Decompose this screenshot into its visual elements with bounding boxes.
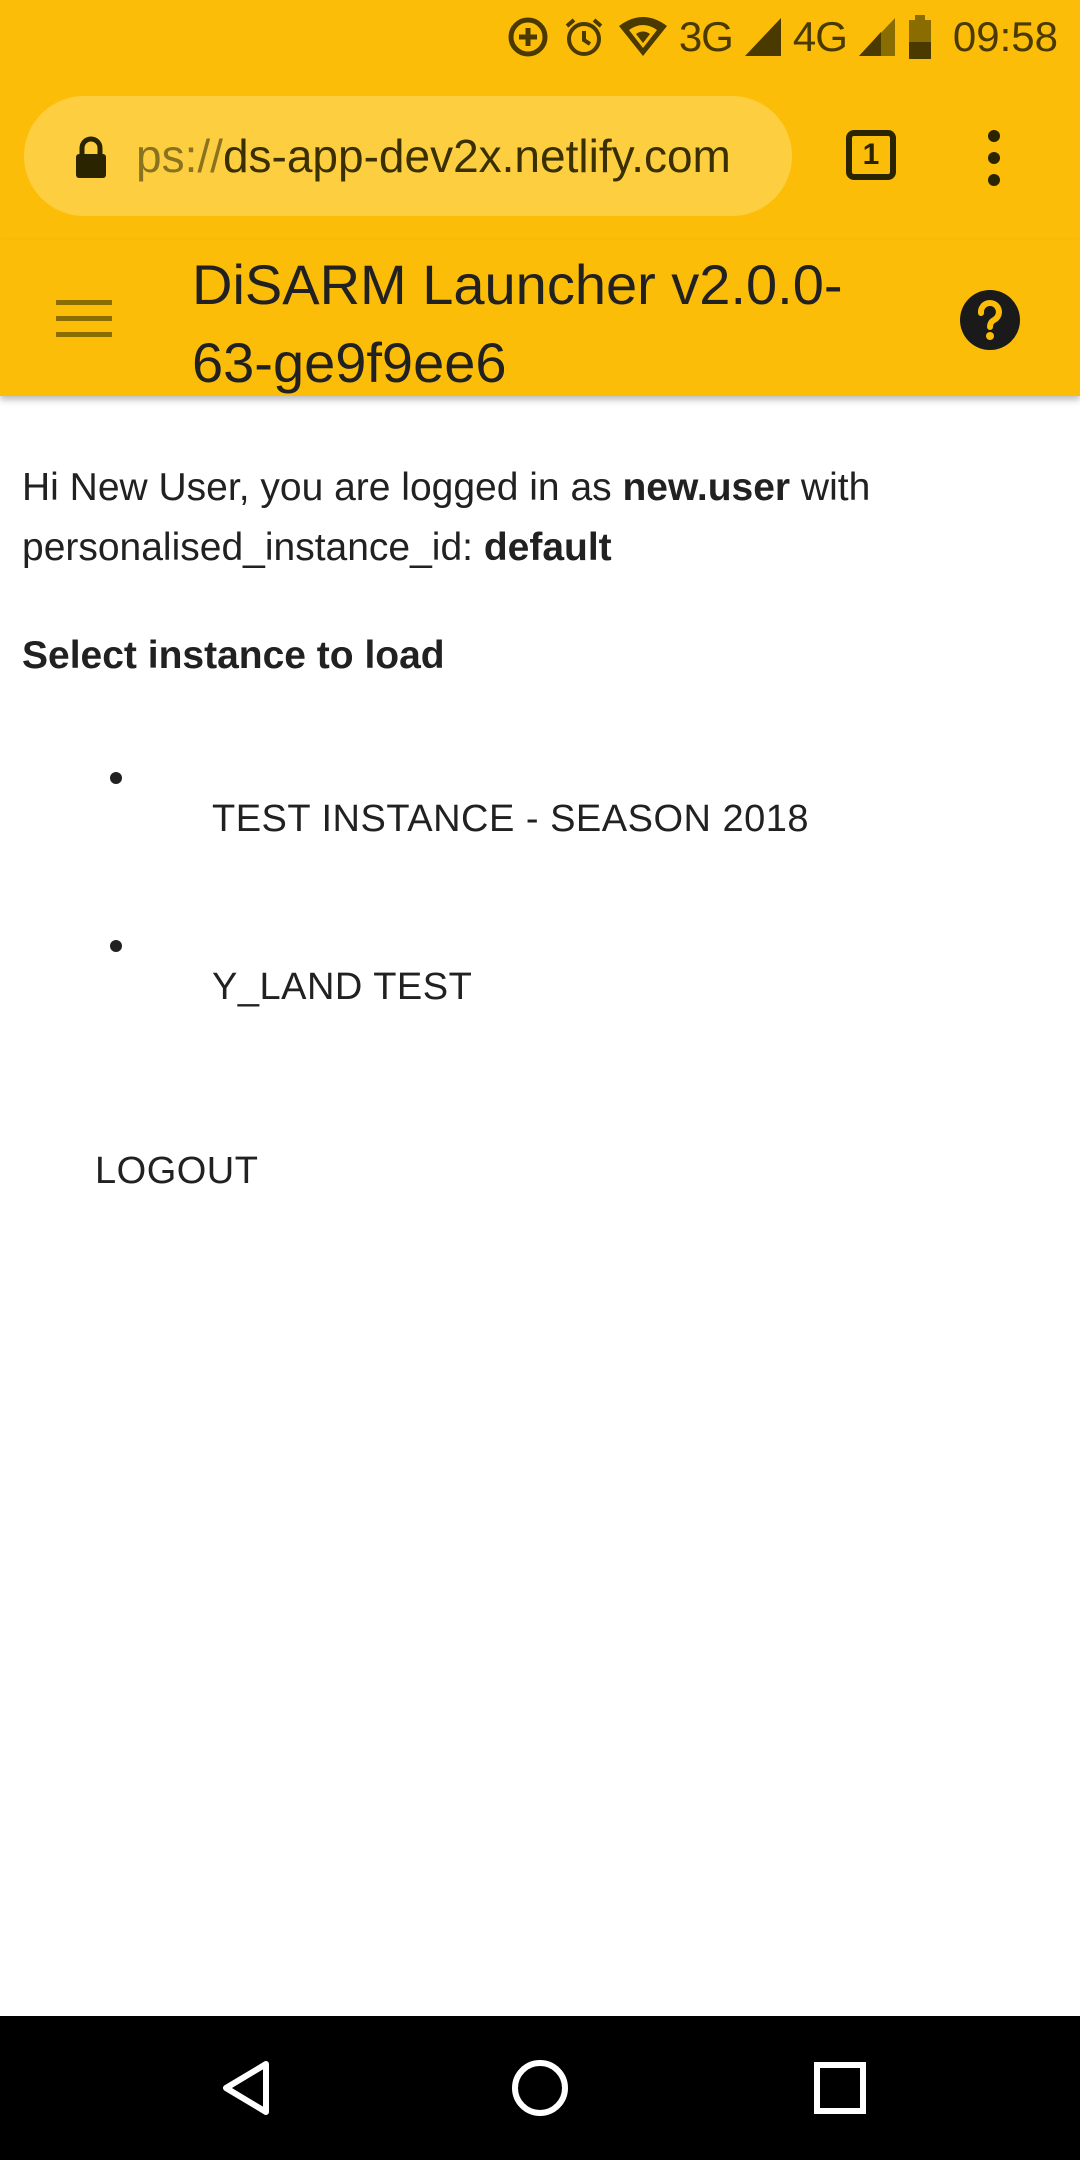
menu-icon[interactable] (56, 300, 112, 338)
browser-menu-button[interactable] (976, 130, 1012, 186)
url-host: ds-app-dev2x.netlify.com (222, 130, 731, 182)
tab-switcher-button[interactable]: 1 (846, 130, 896, 180)
signal-icon (857, 16, 897, 58)
wifi-icon (617, 14, 669, 60)
back-button[interactable] (174, 2016, 318, 2160)
url-scheme: ps:// (136, 130, 223, 182)
instance-button[interactable]: Y_LAND TEST (212, 966, 472, 1009)
home-button[interactable] (468, 2016, 612, 2160)
status-bar: 3G 4G 09:58 (0, 0, 1080, 74)
list-item: Y_LAND TEST (0, 928, 1080, 1008)
url-text[interactable]: ps://ds-app-dev2x.netlify.com (136, 96, 731, 216)
recents-icon (814, 2062, 866, 2114)
home-icon (512, 2060, 568, 2116)
login-greeting: Hi New User, you are logged in as new.us… (22, 458, 1062, 578)
alarm-icon (561, 14, 607, 60)
greeting-prefix: Hi New User, you are logged in as (22, 466, 623, 509)
help-icon[interactable] (960, 290, 1020, 355)
app-header: DiSARM Launcher v2.0.0-63-ge9f9ee6 (0, 240, 1080, 396)
network-type-3g: 3G (678, 13, 734, 60)
instance-button[interactable]: TEST INSTANCE - SEASON 2018 (212, 798, 809, 841)
battery-icon (907, 14, 933, 60)
tab-count: 1 (862, 138, 880, 171)
lock-icon (74, 136, 108, 185)
data-saver-icon (505, 14, 551, 60)
clock-time: 09:58 (952, 13, 1058, 60)
username: new.user (622, 466, 791, 509)
instance-id: default (483, 526, 612, 569)
more-vert-icon (988, 130, 1000, 186)
list-item: TEST INSTANCE - SEASON 2018 (0, 760, 1080, 840)
browser-toolbar: ps://ds-app-dev2x.netlify.com 1 (0, 74, 1080, 240)
network-type-4g: 4G (792, 13, 848, 60)
section-title: Select instance to load (22, 634, 445, 677)
back-icon (223, 2061, 269, 2115)
logout-button[interactable]: LOGOUT (95, 1150, 258, 1193)
address-bar[interactable]: ps://ds-app-dev2x.netlify.com (24, 96, 792, 216)
signal-icon (743, 16, 783, 58)
bullet (110, 940, 122, 952)
page-title: DiSARM Launcher v2.0.0-63-ge9f9ee6 (192, 253, 843, 394)
recents-button[interactable] (768, 2016, 912, 2160)
status-icons: 3G 4G 09:58 (505, 0, 1058, 74)
system-nav-bar (0, 2016, 1080, 2160)
bullet (110, 772, 122, 784)
